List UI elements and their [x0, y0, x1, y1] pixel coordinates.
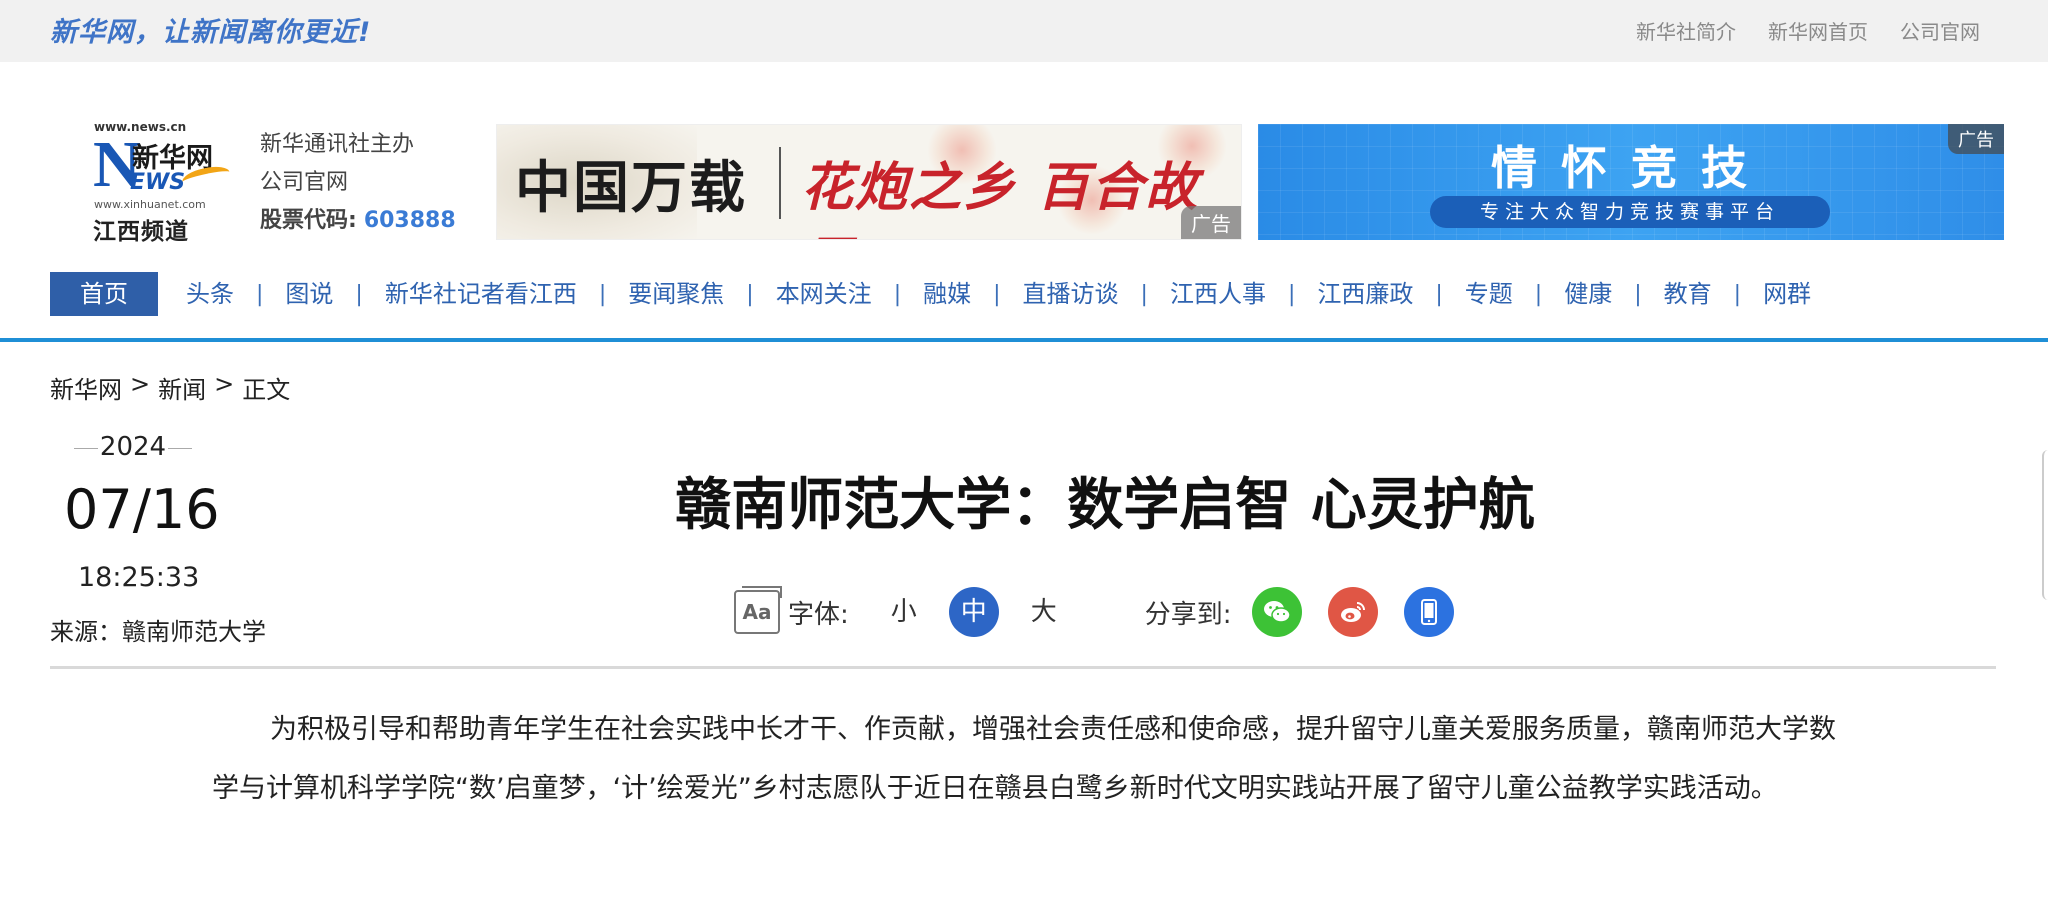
- site-logo[interactable]: www.news.cn N 新华网 EWS www.xinhuanet.com …: [90, 120, 232, 245]
- ad-banner-wanzai[interactable]: 中国万载 花炮之乡 百合故里 广告: [496, 124, 1242, 240]
- article-title: 赣南师范大学：数学启智 心灵护航: [675, 473, 1535, 538]
- nav-item-health[interactable]: 健康: [1564, 272, 1612, 316]
- nav-divider: |: [993, 281, 1001, 307]
- host-line-1: 新华通讯社主办: [260, 132, 415, 157]
- nav-divider: |: [746, 281, 754, 307]
- breadcrumb-news[interactable]: 新闻: [158, 370, 206, 405]
- site-slogan: 新华网，让新闻离你更近!: [50, 17, 372, 48]
- font-size-medium-button[interactable]: 中: [948, 587, 999, 637]
- article-paragraph: 为积极引导和帮助青年学生在社会实践中长才干、作贡献，增强社会责任感和使命感，提升…: [212, 714, 1836, 804]
- article-source: 来源：赣南师范大学: [50, 618, 266, 646]
- nav-item-personnel[interactable]: 江西人事: [1170, 272, 1266, 316]
- breadcrumb-separator: >: [214, 370, 235, 398]
- nav-divider: |: [256, 281, 264, 307]
- breadcrumb-current: 正文: [242, 376, 291, 404]
- wechat-icon[interactable]: [1251, 587, 1302, 637]
- ad-banner-jingji[interactable]: 情怀竞技 专注大众智力竞技赛事平台 广告: [1258, 124, 2004, 240]
- ad-separator: [779, 147, 781, 219]
- nav-item-news-focus[interactable]: 要闻聚焦: [628, 272, 724, 316]
- ad-title: 情怀竞技: [1491, 141, 1771, 195]
- nav-item-reporters[interactable]: 新华社记者看江西: [385, 272, 577, 316]
- logo-url-bottom: www.xinhuanet.com: [94, 198, 206, 211]
- nav-item-education[interactable]: 教育: [1664, 272, 1712, 316]
- nav-item-integrity[interactable]: 江西廉政: [1317, 272, 1413, 316]
- ad-subtitle: 专注大众智力竞技赛事平台: [1430, 196, 1830, 228]
- nav-divider: |: [598, 281, 607, 307]
- share-label: 分享到:: [1144, 599, 1232, 630]
- breadcrumb-home[interactable]: 新华网: [50, 370, 122, 405]
- host-line-2[interactable]: 公司官网: [260, 164, 456, 202]
- ad-tag: 广告: [1948, 124, 2004, 154]
- ad-text-primary: 中国万载: [515, 155, 747, 221]
- breadcrumb: 新华网 > 新闻 > 正文: [50, 370, 290, 405]
- top-links: 新华社简介 新华网首页 公司官网: [1636, 16, 1980, 45]
- top-bar: 新华网，让新闻离你更近! 新华社简介 新华网首页 公司官网: [0, 0, 2048, 62]
- nav-divider: |: [893, 281, 902, 307]
- nav-item-site-focus[interactable]: 本网关注: [776, 272, 872, 316]
- nav-item-media[interactable]: 融媒: [923, 272, 971, 316]
- nav-divider: |: [1733, 281, 1742, 307]
- main-nav: 首页 头条 | 图说 | 新华社记者看江西 | 要闻聚焦 | 本网关注 | 融媒…: [50, 272, 1811, 316]
- ad-tag: 广告: [1181, 206, 1241, 239]
- logo-letters-ews: EWS: [130, 170, 186, 195]
- font-size-large-button[interactable]: 大: [1019, 587, 1069, 637]
- stock-line: 股票代码: 603888: [260, 202, 456, 240]
- scrollbar-edge[interactable]: [2042, 450, 2048, 600]
- nav-item-photos[interactable]: 图说: [285, 272, 333, 316]
- top-link-home[interactable]: 新华网首页: [1768, 16, 1868, 45]
- nav-item-topics[interactable]: 专题: [1465, 272, 1513, 316]
- nav-divider: |: [355, 281, 363, 307]
- nav-item-home[interactable]: 首页: [50, 272, 158, 316]
- publish-time: 18:25:33: [78, 562, 200, 593]
- font-size-icon: Aa: [734, 586, 782, 634]
- nav-item-headlines[interactable]: 头条: [186, 272, 234, 316]
- host-info: 新华通讯社主办 公司官网 股票代码: 603888: [260, 126, 456, 240]
- top-link-company[interactable]: 公司官网: [1900, 16, 1980, 45]
- font-size-label: 字体:: [788, 599, 849, 630]
- top-link-about[interactable]: 新华社简介: [1636, 16, 1736, 45]
- ad-text-secondary: 花炮之乡 百合故里: [801, 157, 1200, 239]
- logo-channel: 江西频道: [93, 219, 189, 245]
- nav-underline: [0, 338, 2048, 342]
- nav-divider: |: [1534, 281, 1543, 307]
- stock-code: 603888: [363, 208, 456, 233]
- nav-divider: |: [1435, 281, 1443, 307]
- publish-year: 2024: [74, 432, 192, 462]
- breadcrumb-separator: >: [130, 370, 151, 398]
- nav-divider: |: [1287, 281, 1296, 307]
- nav-divider: |: [1634, 281, 1642, 307]
- publish-month-day: 07/16: [64, 478, 220, 541]
- font-size-small-button[interactable]: 小: [879, 587, 929, 637]
- nav-item-live[interactable]: 直播访谈: [1023, 272, 1119, 316]
- stock-label: 股票代码:: [260, 208, 357, 233]
- article-tools: Aa 字体: 小 中 大 分享到:: [734, 584, 1454, 640]
- weibo-icon[interactable]: [1327, 587, 1378, 637]
- mobile-icon[interactable]: [1403, 587, 1454, 637]
- nav-divider: |: [1140, 281, 1148, 307]
- nav-item-network[interactable]: 网群: [1763, 272, 1811, 316]
- title-divider: [50, 666, 1996, 669]
